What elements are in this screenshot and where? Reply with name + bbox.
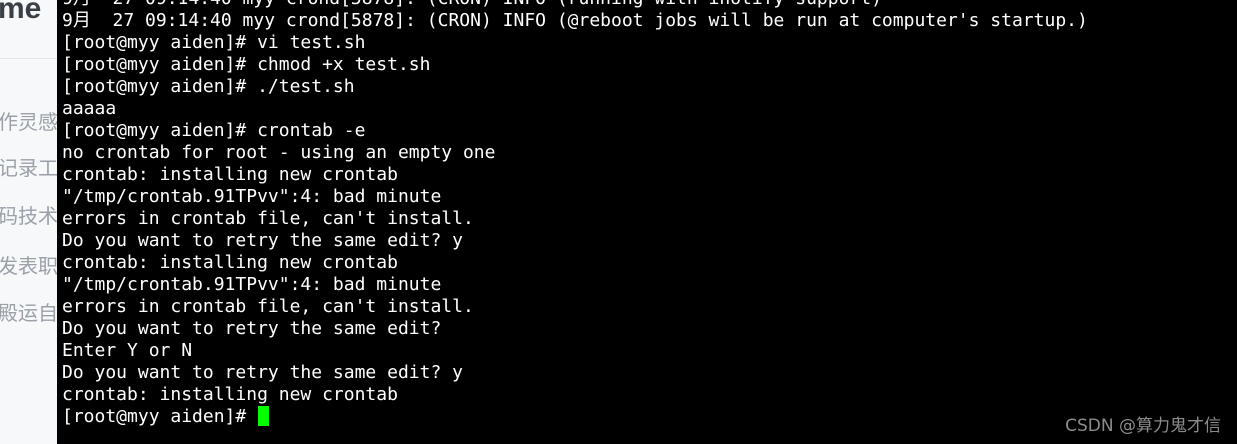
background-sidebar-item[interactable]: 码技术	[0, 200, 58, 229]
terminal-line: Do you want to retry the same edit? y	[62, 362, 463, 383]
background-sidebar-item[interactable]: 记录工	[0, 152, 58, 181]
terminal-cursor	[258, 406, 270, 426]
terminal-line: crontab: installing new crontab	[62, 164, 398, 185]
terminal-window[interactable]: 9月 27 09:14:40 myy crond[5878]: (CRON) I…	[57, 0, 1237, 444]
terminal-line: [root@myy aiden]# crontab -e	[62, 120, 366, 141]
background-sidebar-item[interactable]: 殿运自	[0, 297, 58, 326]
background-sidebar-item[interactable]: 发表职	[0, 250, 58, 279]
terminal-line: aaaaa	[62, 98, 117, 119]
terminal-line: [root@myy aiden]# vi test.sh	[62, 32, 366, 53]
terminal-line: crontab: installing new crontab	[62, 384, 398, 405]
terminal-line: errors in crontab file, can't install.	[62, 208, 474, 229]
background-blog-page: me 作灵感 记录工 码技术 发表职 殿运自	[0, 0, 60, 444]
terminal-line: Enter Y or N	[62, 340, 193, 361]
screenshot-root: me 作灵感 记录工 码技术 发表职 殿运自 9月 27 09:14:40 my…	[0, 0, 1237, 444]
terminal-prompt-line[interactable]: [root@myy aiden]#	[62, 406, 1088, 428]
terminal-line: [root@myy aiden]# ./test.sh	[62, 76, 355, 97]
background-sidebar-item[interactable]: 作灵感	[0, 106, 58, 135]
terminal-line: 9月 27 09:14:40 myy crond[5878]: (CRON) I…	[62, 10, 1088, 31]
terminal-line: "/tmp/crontab.91TPvv":4: bad minute	[62, 186, 442, 207]
terminal-line: 9月 27 09:14:40 myy crond[5878]: (CRON) I…	[62, 0, 1088, 10]
terminal-line: no crontab for root - using an empty one	[62, 142, 496, 163]
terminal-line: crontab: installing new crontab	[62, 252, 398, 273]
terminal-line: Do you want to retry the same edit? y	[62, 230, 463, 251]
terminal-prompt: [root@myy aiden]#	[62, 406, 258, 427]
terminal-line: Do you want to retry the same edit?	[62, 318, 442, 339]
terminal-line: [root@myy aiden]# chmod +x test.sh	[62, 54, 431, 75]
background-divider	[0, 58, 60, 59]
terminal-line: "/tmp/crontab.91TPvv":4: bad minute	[62, 274, 442, 295]
terminal-line: errors in crontab file, can't install.	[62, 296, 474, 317]
background-heading-fragment: me	[0, 0, 42, 25]
csdn-watermark: CSDN @算力鬼才信	[1065, 416, 1221, 436]
terminal-output: 9月 27 09:14:40 myy crond[5878]: (CRON) I…	[62, 0, 1088, 428]
